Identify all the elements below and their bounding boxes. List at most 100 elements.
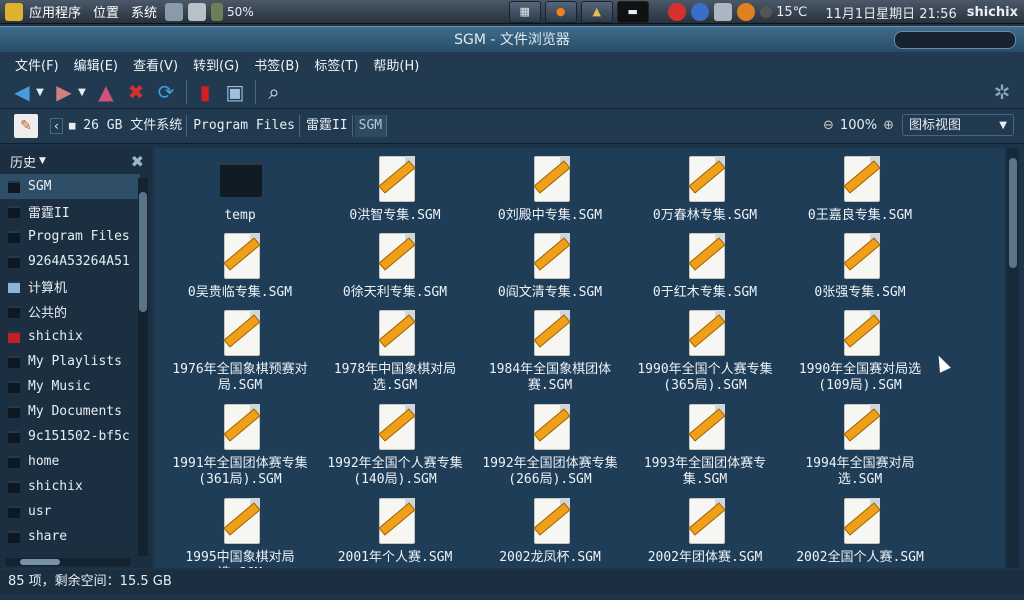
close-icon[interactable]: ✖ (131, 152, 144, 171)
forward-arrow-icon[interactable]: ▶ (52, 80, 76, 104)
places-menu[interactable]: 位置 (93, 2, 119, 21)
crumb-filesystem[interactable]: ■ 26 GB 文件系统 (65, 115, 188, 137)
menu-edit[interactable]: 编辑(E) (74, 55, 118, 74)
file-item[interactable]: 2002龙凤杯.SGM (480, 498, 620, 566)
file-item[interactable]: 0洪智专集.SGM (325, 156, 465, 224)
sidebar-vertical-scrollbar[interactable] (138, 178, 148, 556)
sidebar-item[interactable]: My Music (0, 374, 140, 399)
view-mode-select[interactable]: 图标视图 ▼ (902, 114, 1014, 136)
back-dropdown-icon[interactable]: ▼ (34, 80, 46, 104)
file-item[interactable]: 1978年中国象棋对局选.SGM (325, 310, 465, 394)
scrollbar-thumb[interactable] (1009, 158, 1017, 268)
file-item[interactable]: 0张强专集.SGM (790, 233, 930, 301)
system-menu[interactable]: 系统 (131, 2, 157, 21)
sidebar-item[interactable]: My Documents (0, 399, 140, 424)
file-item[interactable]: 2002年团体赛.SGM (635, 498, 775, 566)
scrollbar-thumb[interactable] (139, 192, 147, 312)
file-item[interactable]: 1976年全国象棋预赛对局.SGM (170, 310, 310, 394)
search-icon[interactable]: ⌕ (262, 80, 286, 104)
menu-bookmarks[interactable]: 书签(B) (254, 55, 299, 74)
applications-menu[interactable]: 应用程序 (29, 2, 81, 21)
weather-temp[interactable]: 15℃ (776, 5, 807, 20)
file-item[interactable]: 1992年全国团体赛专集(266局).SGM (480, 404, 620, 488)
menu-file[interactable]: 文件(F) (15, 55, 59, 74)
sidebar-item[interactable]: SGM (0, 174, 140, 199)
sidebar-item[interactable]: 9c151502-bf5c (0, 424, 140, 449)
network-icon[interactable] (691, 3, 710, 21)
sidebar-item-label: My Music (28, 379, 91, 394)
computer-icon[interactable]: ▣ (223, 80, 247, 104)
qq-icon[interactable] (668, 3, 687, 21)
sidebar-item[interactable]: 9264A53264A51 (0, 249, 140, 274)
zoom-out-icon[interactable]: ⊖ (823, 118, 834, 133)
file-item[interactable]: 1991年全国团体赛专集(361局).SGM (170, 404, 310, 488)
sidebar-item[interactable]: shichix (0, 474, 140, 499)
sidebar-item[interactable]: home (0, 449, 140, 474)
file-name: 0阎文清专集.SGM (497, 285, 603, 300)
file-item[interactable]: 0刘殿中专集.SGM (480, 156, 620, 224)
sidebar-header[interactable]: 历史 ▼ ✖ (0, 148, 152, 174)
main-vertical-scrollbar[interactable] (1007, 148, 1019, 568)
home-book-icon[interactable]: ▮ (193, 80, 217, 104)
crumb-sgm[interactable]: SGM (354, 115, 388, 137)
file-item[interactable]: 1995中国象棋对局选.SGM (170, 498, 310, 568)
sidebar-horizontal-scrollbar[interactable] (6, 558, 130, 566)
connection-icon[interactable] (714, 3, 733, 21)
flame-icon[interactable] (737, 3, 756, 21)
file-item[interactable]: 2001年个人赛.SGM (325, 498, 465, 566)
file-item[interactable]: 1994年全国赛对局选.SGM (790, 404, 930, 488)
menu-go[interactable]: 转到(G) (193, 55, 239, 74)
edit-location-icon[interactable]: ✎ (14, 114, 38, 138)
file-item[interactable]: 0王嘉良专集.SGM (790, 156, 930, 224)
sgm-document-icon (218, 498, 262, 544)
app-launcher-icon[interactable]: ▲ (580, 0, 613, 23)
crumb-program-files[interactable]: Program Files (189, 115, 300, 137)
menu-tabs[interactable]: 标签(T) (314, 55, 358, 74)
clock[interactable]: 11月1日星期日 21:56 (825, 3, 956, 22)
sidebar-item[interactable]: usr (0, 499, 140, 524)
up-arrow-icon[interactable]: ▲ (94, 80, 118, 104)
back-arrow-icon[interactable]: ◀ (10, 80, 34, 104)
media-player-launcher-icon[interactable]: ▦ (508, 0, 541, 23)
file-item[interactable]: 0万春林专集.SGM (635, 156, 775, 224)
zoom-in-icon[interactable]: ⊕ (883, 118, 894, 133)
zoom-level[interactable]: 100% (840, 118, 877, 133)
reload-icon[interactable]: ⟳ (154, 80, 178, 104)
launcher-icon[interactable] (165, 2, 184, 21)
folder-icon (8, 455, 20, 468)
file-item[interactable]: 0阎文清专集.SGM (480, 233, 620, 301)
folder-item[interactable]: temp (170, 156, 310, 224)
file-item[interactable]: 1984年全国象棋团体赛.SGM (480, 310, 620, 394)
user-name[interactable]: shichix (967, 5, 1018, 20)
sidebar-item[interactable]: share (0, 524, 140, 549)
menu-help[interactable]: 帮助(H) (373, 55, 419, 74)
file-item[interactable]: 2002全国个人赛.SGM (790, 498, 930, 566)
terminal-launcher-icon[interactable]: ▬ (616, 0, 649, 23)
file-item[interactable]: 1990年全国赛对局选(109局).SGM (790, 310, 930, 394)
sidebar-item[interactable]: 计算机 (0, 274, 140, 299)
sidebar-item[interactable]: 雷霆II (0, 199, 140, 224)
file-item[interactable]: 0徐天利专集.SGM (325, 233, 465, 301)
sidebar-item[interactable]: My Playlists (0, 349, 140, 374)
scrollbar-thumb[interactable] (20, 559, 60, 565)
sidebar-item[interactable]: shichix (0, 324, 140, 349)
sidebar-item[interactable]: Program Files (0, 224, 140, 249)
crumb-leiting[interactable]: 雷霆II (302, 115, 353, 137)
crumb-scroll-left-icon[interactable]: ‹ (50, 118, 63, 134)
window-titlebar[interactable]: SGM - 文件浏览器 (0, 26, 1024, 53)
forward-dropdown-icon[interactable]: ▼ (76, 80, 88, 104)
file-item[interactable]: 1990年全国个人赛专集(365局).SGM (635, 310, 775, 394)
window-controls[interactable] (894, 31, 1016, 49)
stop-icon[interactable]: ✖ (124, 80, 148, 104)
icon-view[interactable]: temp 0洪智专集.SGM 0刘殿中专集.SGM 0万春林专集.SGM 0王嘉良专集.… (155, 148, 1005, 568)
file-item[interactable]: 1993年全国团体赛专集.SGM (635, 404, 775, 488)
gnome-foot-icon[interactable] (5, 2, 23, 21)
file-item[interactable]: 0吴贵临专集.SGM (170, 233, 310, 301)
monitor-icon[interactable] (188, 2, 207, 21)
firefox-launcher-icon[interactable]: ● (544, 0, 577, 23)
menu-view[interactable]: 查看(V) (133, 55, 178, 74)
sidebar-item[interactable]: 公共的 (0, 299, 140, 324)
file-item[interactable]: 1992年全国个人赛专集(140局).SGM (325, 404, 465, 488)
file-name: 0于红木专集.SGM (652, 285, 758, 300)
file-item[interactable]: 0于红木专集.SGM (635, 233, 775, 301)
